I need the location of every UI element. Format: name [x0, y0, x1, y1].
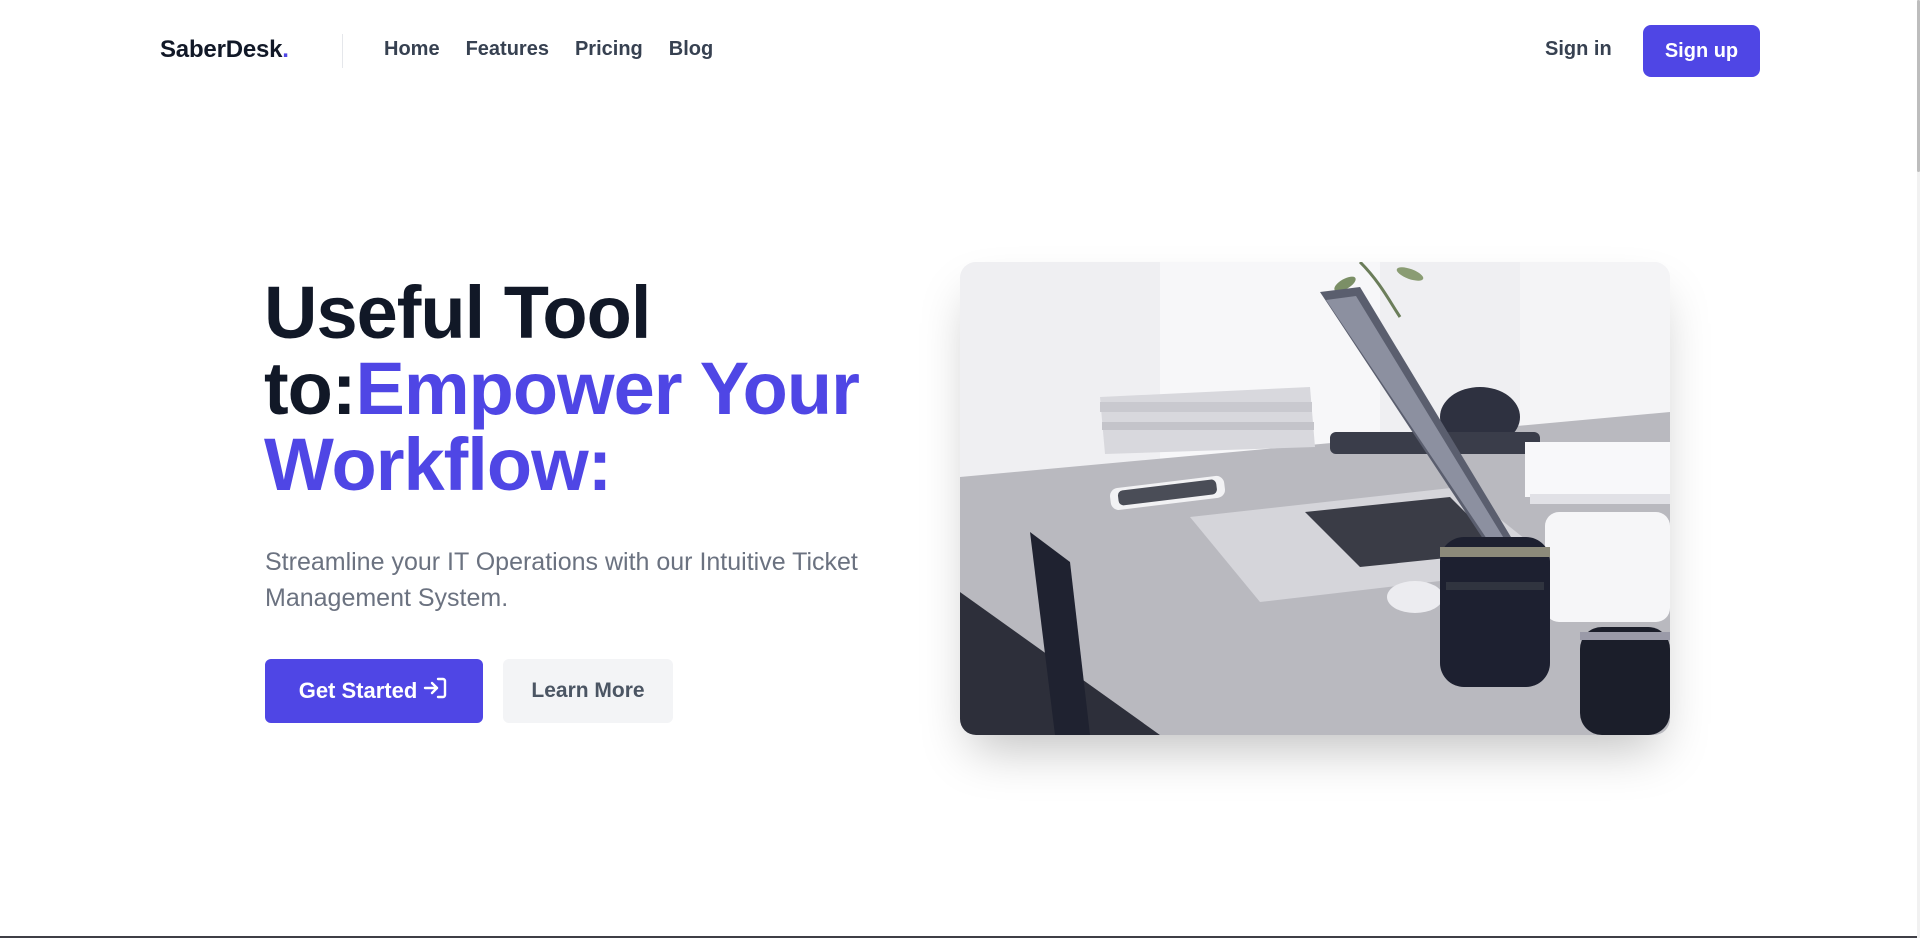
main-nav: Home Features Pricing Blog: [384, 38, 713, 61]
nav-features[interactable]: Features: [466, 38, 549, 61]
hero-subtext: Streamline your IT Operations with our I…: [265, 548, 858, 612]
header-divider: [342, 34, 343, 68]
sign-in-arrow-icon: [423, 676, 449, 706]
hero-headline: Useful Tool to:Empower Your Workflow:: [264, 275, 904, 503]
logo-text: SaberDesk: [160, 36, 283, 63]
hero-photo: [960, 262, 1670, 735]
sign-in-link[interactable]: Sign in: [1545, 38, 1612, 61]
site-header: SaberDesk. Home Features Pricing Blog Si…: [0, 0, 1917, 103]
landing-page: SaberDesk. Home Features Pricing Blog Si…: [0, 0, 1917, 938]
learn-more-button[interactable]: Learn More: [503, 659, 673, 723]
get-started-button[interactable]: Get Started: [265, 659, 483, 723]
nav-blog[interactable]: Blog: [669, 38, 713, 61]
nav-pricing[interactable]: Pricing: [575, 38, 643, 61]
nav-home[interactable]: Home: [384, 38, 440, 61]
brand-logo[interactable]: SaberDesk.: [160, 36, 289, 64]
logo-dot: .: [282, 36, 289, 63]
get-started-label: Get Started: [298, 678, 418, 703]
sign-up-button[interactable]: Sign up: [1643, 25, 1760, 77]
